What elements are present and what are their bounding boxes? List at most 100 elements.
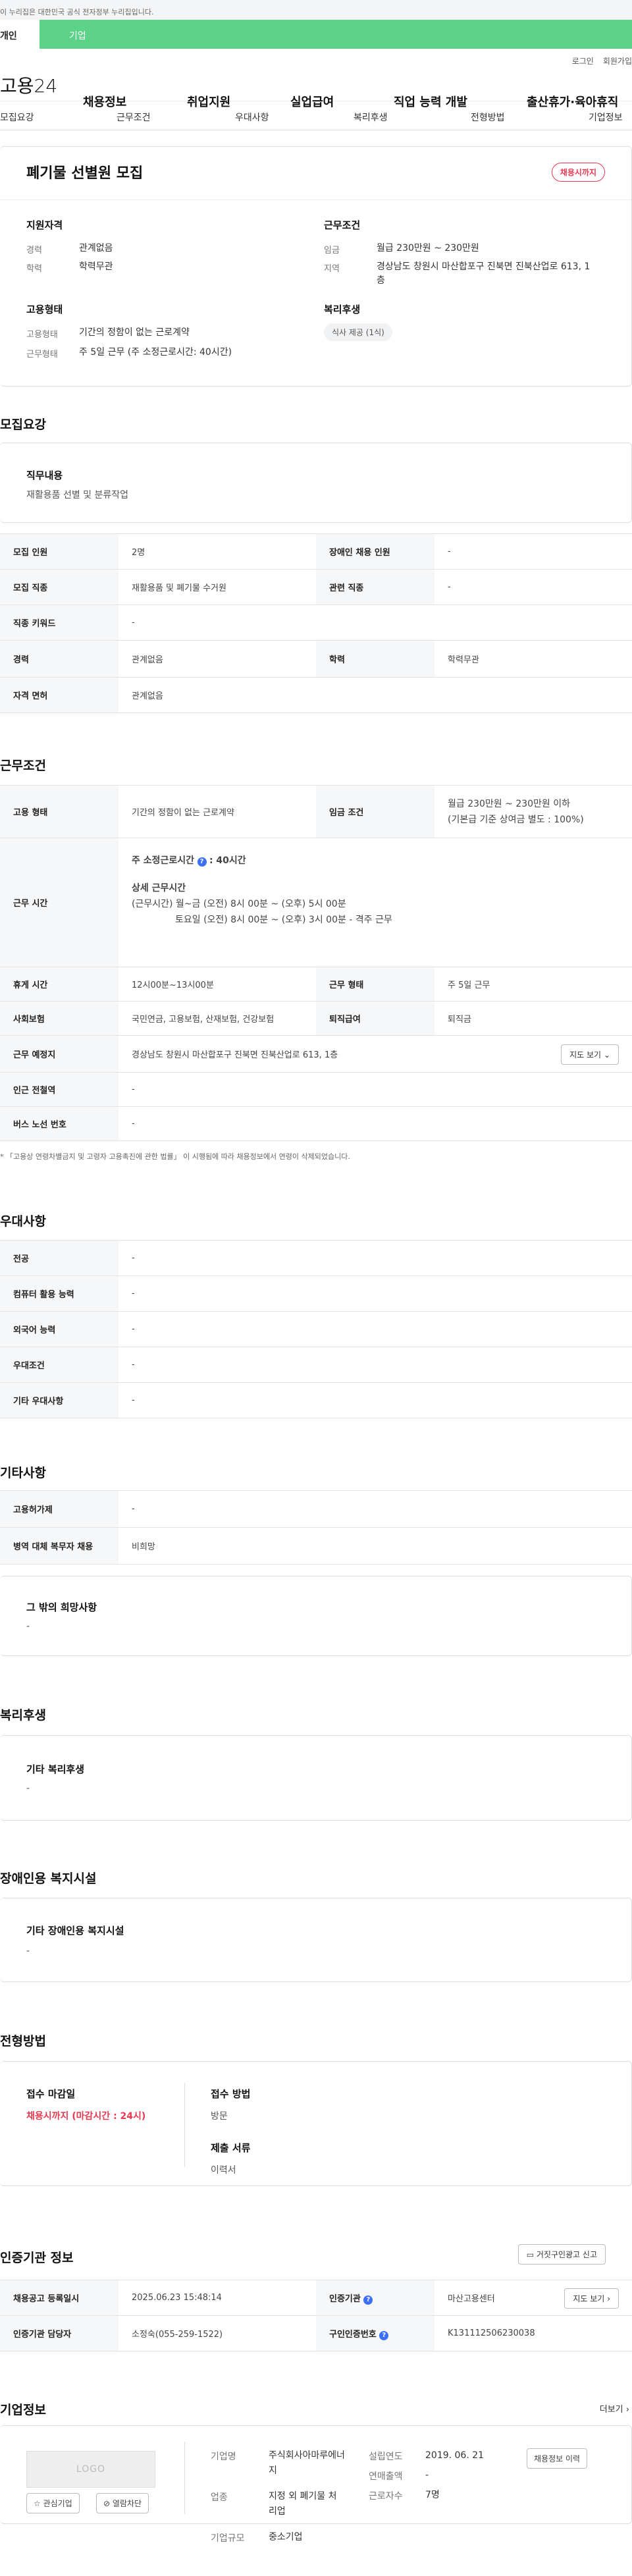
table-key: 관련 직종: [316, 569, 434, 605]
site-logo[interactable]: 고용24: [0, 72, 82, 98]
join-link[interactable]: 회원가입: [603, 55, 632, 68]
preference-table: 전공 - 컴퓨터 활용 능력 - 외국어 능력 - 우대조건 - 기타 우대사항 -: [0, 1240, 632, 1418]
selection-box: 접수 마감일 채용시까지 (마감시간 : 24시) 접수 방법 방문 제출 서류…: [0, 2061, 632, 2186]
table-key: 장애인 채용 인원: [316, 533, 434, 570]
table-key: 고용허가제: [0, 1490, 118, 1528]
table-key: 컴퓨터 활용 능력: [0, 1275, 118, 1312]
work-type-value: 주 5일 근무 (주 소정근로시간: 40시간): [79, 347, 232, 358]
region-label: 지역: [324, 264, 340, 274]
table-key: 모집 인원: [0, 533, 118, 570]
table-key: 모집 직종: [0, 569, 118, 605]
recruit-table: 모집 인원 2명 장애인 채용 인원 - 모집 직종 재활용품 및 폐기물 수거…: [0, 533, 632, 713]
disability-label: 기타 장애인용 복지시설: [26, 1925, 124, 1937]
table-value: 학력무관: [434, 640, 632, 678]
conditions-table: 고용 형태 기간의 정함이 없는 근로계약 임금 조건 월급 230만원 ~ 2…: [0, 785, 632, 1141]
wish-value: -: [26, 1621, 30, 1632]
chevron-down-icon: ⌄: [603, 1050, 610, 1060]
table-value: 2025.06.23 15:48:14: [118, 2280, 316, 2316]
table-value: 마산고용센터 지도 보기 ›: [434, 2280, 632, 2316]
table-row: 고용허가제 -: [0, 1490, 632, 1528]
career-value: 관계없음: [79, 243, 113, 254]
info-icon[interactable]: ?: [363, 2295, 373, 2305]
table-key: 전공: [0, 1240, 118, 1276]
agency-table: 채용공고 등록일시 2025.06.23 15:48:14 인증기관 ? 마산고…: [0, 2280, 632, 2351]
anchor-conditions[interactable]: 근무조건: [117, 111, 151, 124]
selection-heading: 전형방법: [0, 2034, 46, 2049]
table-row: 사회보험 국민연금, 고용보험, 산재보험, 건강보험 퇴직급여 퇴직금: [0, 1001, 632, 1036]
preference-heading: 우대사항: [0, 1214, 46, 1229]
wage-label: 임금: [324, 246, 340, 255]
block-icon: ⊘: [103, 2499, 111, 2508]
table-row: 버스 노선 번호 -: [0, 1106, 632, 1141]
tab-business[interactable]: 기업: [40, 20, 632, 49]
table-row: 전공 -: [0, 1240, 632, 1276]
disability-value: -: [26, 1946, 30, 1956]
founded-value: 2019. 06. 21: [425, 2450, 485, 2461]
table-value: 재활용품 및 폐기물 수거원: [118, 569, 316, 605]
qualification-heading: 지원자격: [26, 219, 63, 231]
table-value: 기간의 정함이 없는 근로계약: [118, 785, 316, 838]
table-value: -: [118, 1106, 632, 1141]
duty-box: 직무내용 재활용품 선별 및 분류작업: [0, 443, 632, 523]
table-key: 인근 전철역: [0, 1072, 118, 1107]
table-value: -: [434, 569, 632, 605]
company-name-value: 주식회사아마루에너 지: [269, 2450, 345, 2476]
history-button[interactable]: 채용정보 이력: [527, 2448, 588, 2469]
table-key: 고용 형태: [0, 785, 118, 838]
table-key: 외국어 능력: [0, 1311, 118, 1347]
docs-label: 제출 서류: [211, 2142, 251, 2154]
table-value: -: [118, 604, 632, 641]
anchor-recruit[interactable]: 모집요강: [0, 111, 34, 124]
info-icon[interactable]: ?: [379, 2330, 389, 2340]
company-logo: LOGO: [26, 2451, 155, 2488]
table-key: 기타 우대사항: [0, 1382, 118, 1418]
table-key: 경력: [0, 640, 118, 678]
table-row: 모집 직종 재활용품 및 폐기물 수거원 관련 직종 -: [0, 569, 632, 605]
age-note: * 「고용상 연령차별금지 및 고령자 고용촉진에 관한 법률」 이 시행됨에 …: [0, 1152, 350, 1161]
disability-box: 기타 장애인용 복지시설 -: [0, 1898, 632, 1982]
tab-individual[interactable]: 개인: [0, 20, 40, 49]
table-row: 고용 형태 기간의 정함이 없는 근로계약 임금 조건 월급 230만원 ~ 2…: [0, 785, 632, 838]
divider: [184, 2442, 185, 2514]
info-icon[interactable]: ?: [197, 857, 207, 867]
table-value: -: [118, 1382, 632, 1418]
table-value: -: [434, 533, 632, 570]
employees-label: 근로자수: [369, 2491, 403, 2502]
company-size-label: 기업규모: [211, 2533, 245, 2544]
recruit-heading: 모집요강: [0, 417, 46, 432]
login-link[interactable]: 로그인: [572, 55, 594, 68]
industry-label: 업종: [211, 2492, 228, 2503]
table-value: K131112506230038: [434, 2315, 632, 2351]
table-value: 비희망: [118, 1527, 632, 1565]
welfare-heading: 복리후생: [0, 1708, 46, 1723]
table-row: 근무 예정지 경상남도 창원시 마산합포구 진북면 진북산업로 613, 1층 …: [0, 1035, 632, 1073]
deadline-value: 채용시까지 (마감시간 : 24시): [26, 2111, 146, 2122]
user-type-tabs: 개인 기업: [0, 20, 632, 49]
anchor-selection[interactable]: 전형방법: [471, 111, 505, 124]
job-summary-card: 폐기물 선별원 모집 채용시까지 지원자격 경력 관계없음 학력 학력무관 근무…: [0, 146, 632, 387]
anchor-welfare[interactable]: 복리후생: [354, 111, 388, 124]
table-row: 인증기관 담당자 소정숙(055-259-1522) 구인인증번호 ? K131…: [0, 2315, 632, 2351]
map-button[interactable]: 지도 보기 ⌄: [561, 1044, 619, 1065]
duty-label: 직무내용: [26, 470, 63, 481]
util-links: 로그인 회원가입: [0, 49, 632, 68]
table-key: 근무 시간: [0, 838, 118, 967]
block-button[interactable]: ⊘ 열람차단: [96, 2493, 149, 2513]
agency-map-button[interactable]: 지도 보기 ›: [564, 2288, 619, 2309]
disability-heading: 장애인용 복지시설: [0, 1871, 97, 1886]
report-button[interactable]: ▭ 거짓구인광고 신고: [517, 2244, 606, 2265]
gov-banner: 이 누리집은 대한민국 공식 전자정부 누리집입니다.: [0, 0, 632, 20]
anchor-preference[interactable]: 우대사항: [235, 111, 269, 124]
interest-button[interactable]: ☆ 관심기업: [26, 2493, 80, 2513]
etc-table: 고용허가제 - 병역 대체 복무자 채용 비희망: [0, 1490, 632, 1565]
table-key: 근무 예정지: [0, 1035, 118, 1073]
table-row: 직종 키워드 -: [0, 604, 632, 641]
table-key: 휴게 시간: [0, 967, 118, 1002]
table-key: 직종 키워드: [0, 604, 118, 641]
table-value: 12시00분~13시00분: [118, 967, 316, 1002]
table-key: 우대조건: [0, 1347, 118, 1383]
anchor-company[interactable]: 기업정보: [589, 111, 623, 124]
more-link[interactable]: 더보기 ›: [600, 2402, 629, 2415]
table-value: 퇴직금: [434, 1001, 632, 1036]
table-value: 경상남도 창원시 마산합포구 진북면 진북산업로 613, 1층 지도 보기 ⌄: [118, 1035, 632, 1073]
